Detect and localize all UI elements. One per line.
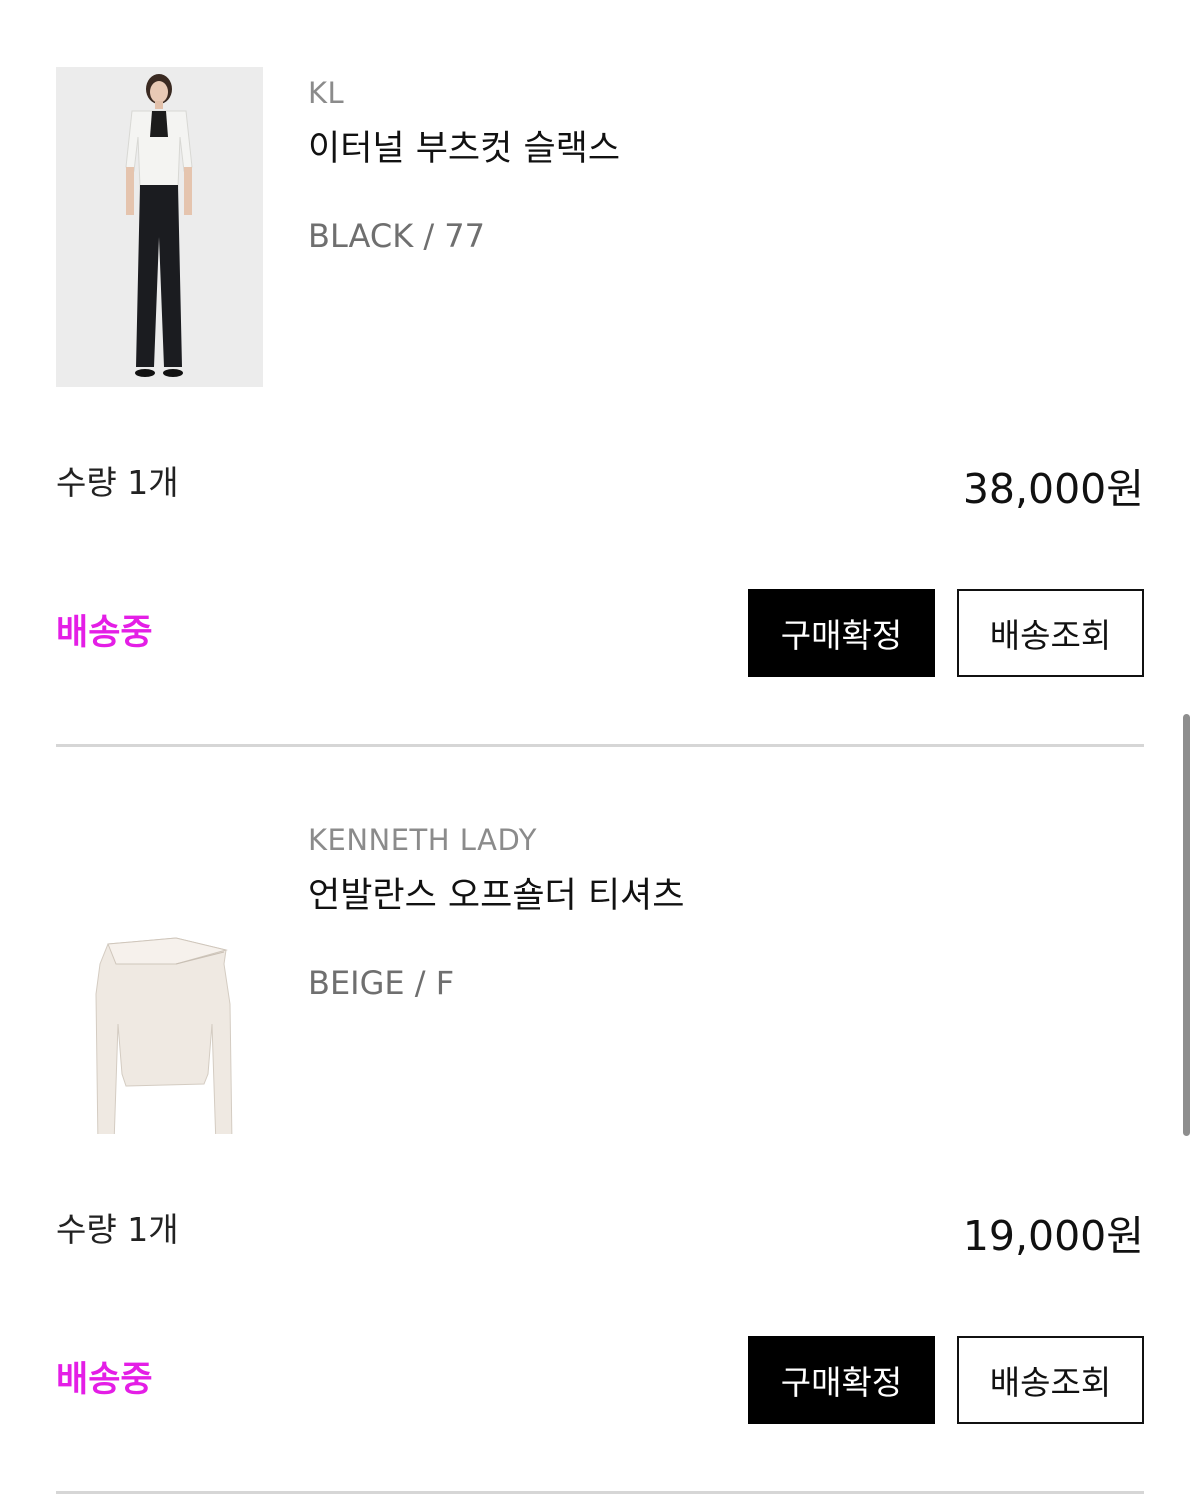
quantity: 수량 1개 — [56, 1210, 179, 1249]
scrollbar[interactable] — [1183, 714, 1190, 1136]
brand-name: KENNETH LADY — [308, 823, 537, 857]
price: 38,000원 — [962, 465, 1144, 513]
model-photo-icon — [56, 67, 263, 387]
divider — [56, 1491, 1144, 1494]
brand-name: KL — [308, 76, 345, 110]
product-name[interactable]: 이터널 부츠컷 슬랙스 — [308, 128, 620, 170]
quantity: 수량 1개 — [56, 463, 179, 502]
confirm-purchase-button[interactable]: 구매확정 — [748, 589, 935, 677]
delivery-status: 배송중 — [56, 1360, 153, 1400]
shirt-photo-icon — [56, 814, 263, 1134]
product-name[interactable]: 언발란스 오프숄더 티셔츠 — [308, 875, 684, 917]
track-delivery-button[interactable]: 배송조회 — [957, 1336, 1144, 1424]
track-delivery-button[interactable]: 배송조회 — [957, 589, 1144, 677]
product-image[interactable] — [56, 67, 263, 387]
price: 19,000원 — [962, 1212, 1144, 1260]
product-image[interactable] — [56, 814, 263, 1134]
delivery-status: 배송중 — [56, 613, 153, 653]
order-item: KL 이터널 부츠컷 슬랙스 BLACK / 77 수량 1개 38,000원 … — [56, 0, 1144, 747]
product-option: BLACK / 77 — [308, 217, 486, 255]
product-option: BEIGE / F — [308, 964, 455, 1002]
confirm-purchase-button[interactable]: 구매확정 — [748, 1336, 935, 1424]
order-item: KENNETH LADY 언발란스 오프숄더 티셔츠 BEIGE / F 수량 … — [56, 747, 1144, 1494]
